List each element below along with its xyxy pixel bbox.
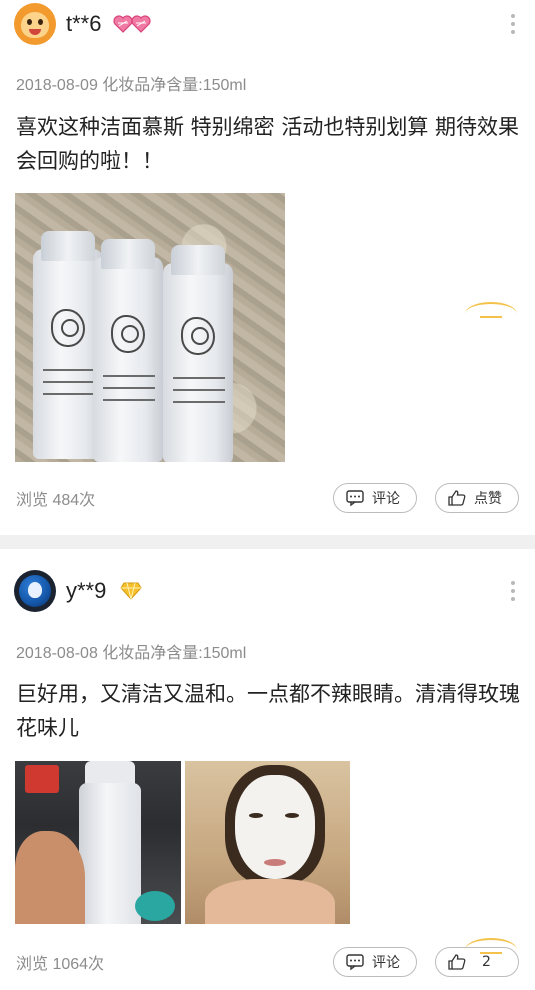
like-button[interactable]: 点赞 — [435, 483, 519, 513]
comment-button[interactable]: 评论 — [333, 947, 417, 977]
review-text: 巨好用，又清洁又温和。一点都不辣眼睛。清清得玫瑰花味儿 — [16, 682, 520, 740]
avatar[interactable] — [14, 570, 56, 612]
thumbs-up-icon — [448, 490, 466, 506]
review-footer: 浏览 1064次 评论 2 — [16, 946, 519, 978]
review-photo[interactable] — [185, 761, 350, 924]
username[interactable]: y**9 — [66, 578, 106, 604]
diamond-badge-icon — [120, 582, 142, 600]
review-meta: 2018-08-09 化妆品净含量:150ml — [16, 77, 247, 94]
username[interactable]: t**6 — [66, 11, 101, 37]
comment-icon — [346, 490, 364, 506]
avatar[interactable] — [14, 3, 56, 45]
loading-spinner-icon — [465, 302, 517, 326]
view-count: 浏览 1064次 — [16, 956, 105, 973]
review-photo[interactable] — [15, 761, 181, 924]
review-footer: 浏览 484次 评论 点赞 — [16, 482, 519, 514]
more-options-icon[interactable] — [511, 581, 517, 601]
review-photo[interactable] — [15, 193, 285, 462]
section-divider — [0, 535, 535, 549]
thumbs-up-icon — [448, 954, 466, 970]
heart-badge-icon — [113, 15, 152, 33]
comment-label: 评论 — [372, 491, 400, 507]
review-header: y**9 — [14, 569, 142, 613]
review-header: t**6 — [14, 2, 152, 46]
like-count: 2 — [482, 954, 491, 970]
more-options-icon[interactable] — [511, 14, 517, 34]
comment-label: 评论 — [372, 955, 400, 971]
review-card-1: t**6 2018-08-09 化妆品净含量:150ml 喜欢这种洁面慕斯 特别… — [0, 0, 535, 535]
comment-icon — [346, 954, 364, 970]
review-text: 喜欢这种洁面慕斯 特别绵密 活动也特别划算 期待效果 会回购的啦！！ — [16, 115, 520, 173]
comment-button[interactable]: 评论 — [333, 483, 417, 513]
like-label: 点赞 — [474, 491, 502, 507]
view-count: 浏览 484次 — [16, 492, 96, 509]
review-meta: 2018-08-08 化妆品净含量:150ml — [16, 645, 247, 662]
like-button[interactable]: 2 — [435, 947, 519, 977]
